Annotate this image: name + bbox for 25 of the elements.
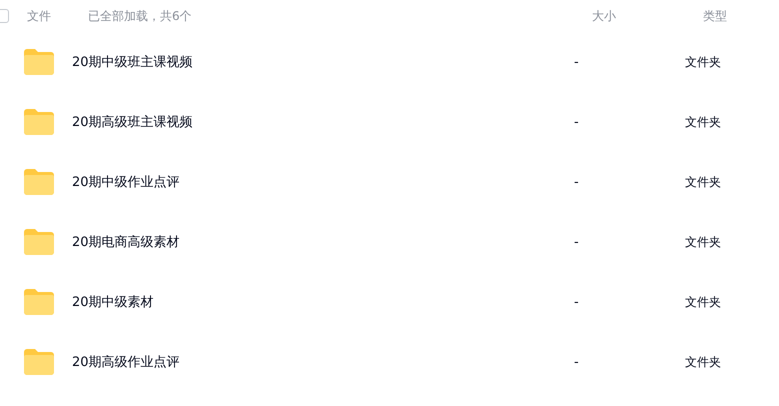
file-size: - [574,294,580,310]
folder-icon [24,169,54,195]
load-status: 已全部加载，共6个 [88,8,193,24]
file-size: - [574,354,580,370]
file-type: 文件夹 [685,234,721,250]
file-type: 文件夹 [685,54,721,70]
file-size: - [574,174,580,190]
folder-icon [24,349,54,375]
file-name[interactable]: 20期中级素材 [72,293,574,311]
file-type: 文件夹 [685,174,721,190]
folder-icon [24,49,54,75]
file-type: 文件夹 [685,114,721,130]
file-name[interactable]: 20期高级班主课视频 [72,113,574,131]
folder-icon [24,289,54,315]
file-size: - [574,114,580,130]
file-type: 文件夹 [685,294,721,310]
file-size: - [574,234,580,250]
file-name[interactable]: 20期高级作业点评 [72,353,574,371]
folder-icon [24,109,54,135]
file-type: 文件夹 [685,354,721,370]
file-size: - [574,54,580,70]
file-name[interactable]: 20期电商高级素材 [72,233,574,251]
file-name[interactable]: 20期中级班主课视频 [72,53,574,71]
folder-icon [24,229,54,255]
file-name[interactable]: 20期中级作业点评 [72,173,574,191]
